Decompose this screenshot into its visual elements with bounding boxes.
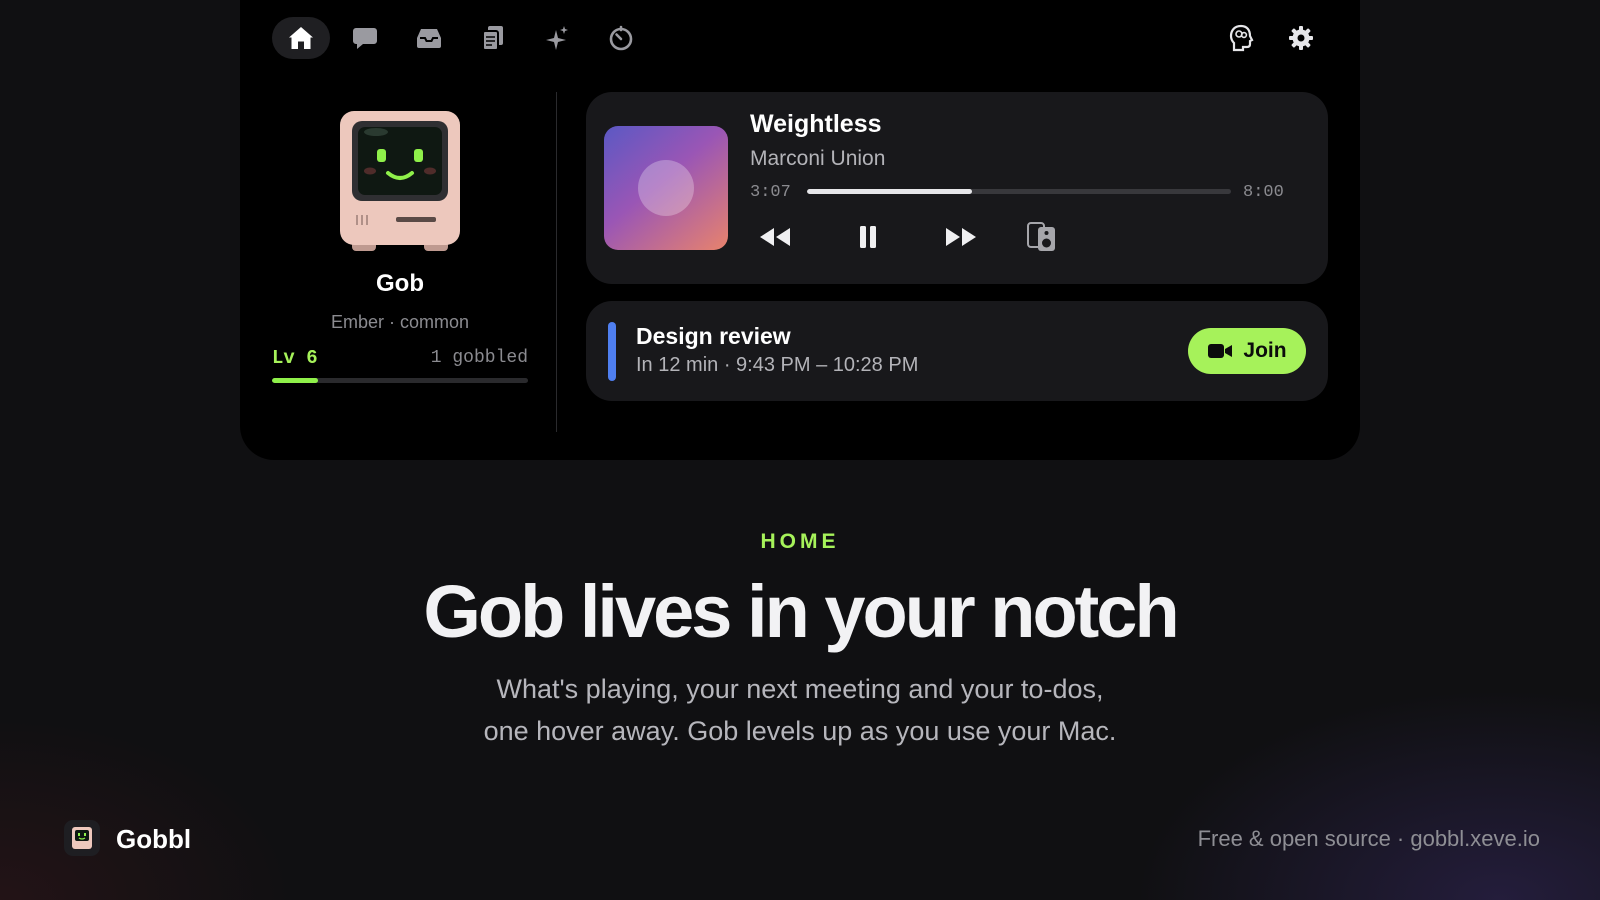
- nav-settings-button[interactable]: [1272, 17, 1330, 59]
- album-art-circle: [638, 160, 694, 216]
- nav-sparkles-button[interactable]: [528, 17, 586, 59]
- gobbl-logo-icon: [72, 827, 92, 849]
- pause-button[interactable]: [852, 221, 884, 253]
- rewind-button[interactable]: [756, 222, 794, 252]
- hero-subtext-line-2: one hover away. Gob levels up as you use…: [483, 716, 1117, 746]
- tray-icon: [417, 29, 441, 48]
- notch-nav-bar: [272, 17, 1324, 61]
- fast-forward-icon: [946, 228, 976, 246]
- calendar-color-bar: [608, 322, 616, 381]
- gear-icon: [1289, 26, 1313, 50]
- nav-brain-button[interactable]: [1212, 17, 1270, 59]
- pet-gobbled-count: 1 gobbled: [430, 348, 528, 368]
- nav-timer-button[interactable]: [592, 17, 650, 59]
- output-device-button[interactable]: [1024, 220, 1060, 254]
- album-art: [604, 126, 728, 250]
- section-eyebrow: HOME: [760, 530, 840, 553]
- documents-icon: [482, 26, 503, 51]
- speakers-icon: [1027, 222, 1055, 251]
- join-button-label: Join: [1243, 339, 1287, 362]
- hero-headline: Gob lives in your notch: [423, 570, 1179, 653]
- nav-files-button[interactable]: [464, 17, 522, 59]
- home-icon: [289, 27, 313, 49]
- playback-progress-bar[interactable]: [807, 189, 1231, 194]
- sparkles-icon: [546, 26, 568, 50]
- hero-subtext-line-1: What's playing, your next meeting and yo…: [496, 674, 1104, 704]
- pet-level: Lv 6: [272, 347, 318, 369]
- panel-divider: [556, 92, 557, 432]
- xp-progress-bar: [272, 378, 528, 383]
- pause-icon: [860, 226, 876, 248]
- brand-name: Gobbl: [116, 824, 192, 854]
- playback-progress-fill: [807, 189, 973, 194]
- join-meeting-button[interactable]: Join: [1188, 328, 1306, 374]
- fast-forward-button[interactable]: [942, 222, 980, 252]
- nav-home-button[interactable]: [272, 17, 330, 59]
- pet-avatar: [340, 111, 460, 251]
- rewind-icon: [760, 228, 790, 246]
- video-camera-icon: [1208, 344, 1233, 358]
- pet-subtitle: Ember · common: [330, 312, 470, 332]
- pet-name: Gob: [376, 270, 424, 297]
- nav-inbox-button[interactable]: [400, 17, 458, 59]
- xp-progress-fill: [272, 378, 319, 383]
- elapsed-time: 3:07: [750, 183, 791, 202]
- track-title: Weightless: [750, 110, 882, 138]
- nav-chat-button[interactable]: [336, 17, 394, 59]
- hero-subtext: What's playing, your next meeting and yo…: [400, 668, 1200, 752]
- footer-link[interactable]: Free & open source · gobbl.xeve.io: [1198, 826, 1540, 852]
- track-duration: 8:00: [1243, 183, 1284, 202]
- chat-bubble-icon: [353, 28, 377, 49]
- track-artist: Marconi Union: [750, 147, 886, 170]
- brain-head-icon: [1229, 24, 1254, 52]
- timer-icon: [609, 25, 633, 51]
- brand-logo: [64, 820, 100, 856]
- meeting-title: Design review: [636, 323, 791, 349]
- meeting-time: In 12 min · 9:43 PM – 10:28 PM: [636, 354, 919, 376]
